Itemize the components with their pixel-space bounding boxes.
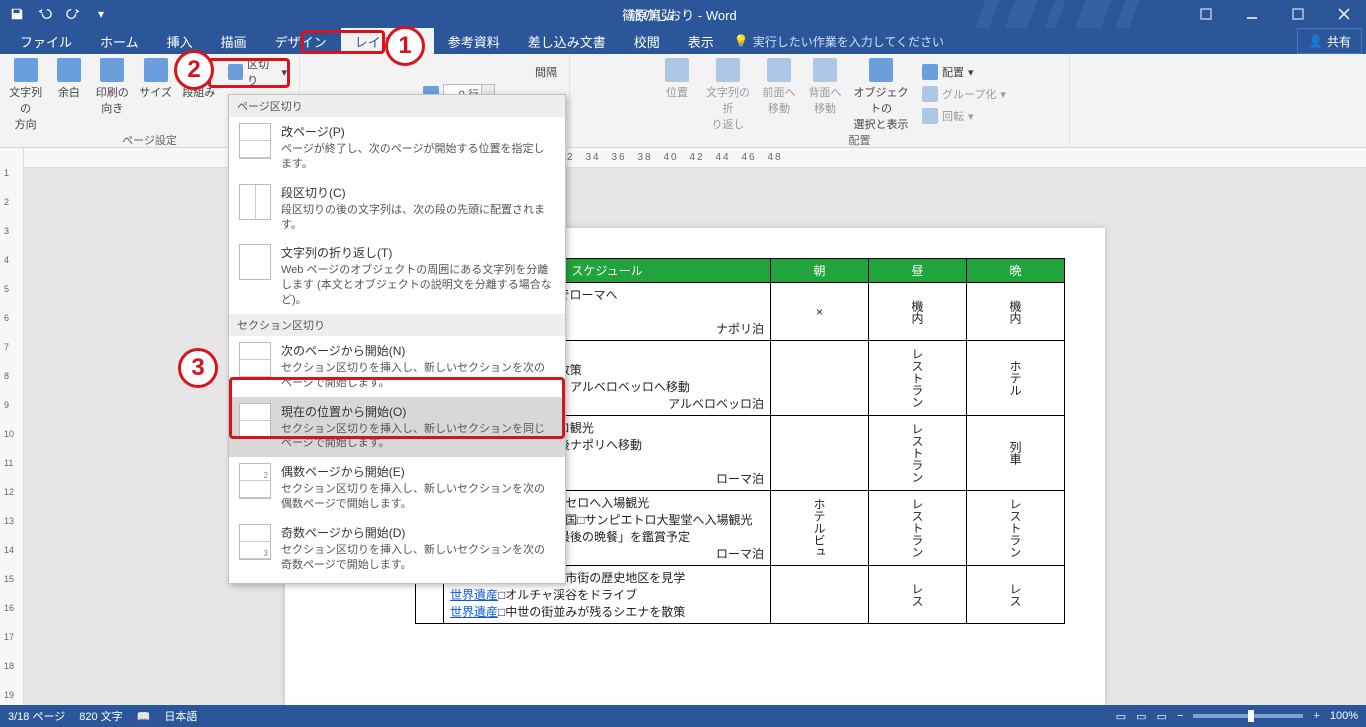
chevron-down-icon: ▾	[281, 66, 287, 79]
view-read-icon[interactable]: ▭	[1116, 710, 1126, 723]
title-bar: ▾ 旅のしおり - Word 篠原篤弘	[0, 0, 1366, 28]
zoom-slider[interactable]	[1193, 714, 1303, 718]
status-bar: 3/18 ページ 820 文字 📖 日本語 ▭ ▭ ▭ − + 100%	[0, 705, 1366, 727]
workspace: 12345678910111213141516171819202122 1416…	[0, 148, 1366, 705]
tell-me[interactable]: 💡 実行したい作業を入力してください	[734, 28, 944, 54]
share-button[interactable]: 👤 共有	[1297, 28, 1362, 54]
menu-item-odd-page[interactable]: 3 奇数ページから開始(D)セクション区切りを挿入し、新しいセクションを次の奇数…	[229, 518, 565, 579]
menu-item-even-page[interactable]: 2 偶数ページから開始(E)セクション区切りを挿入し、新しいセクションを次の偶数…	[229, 457, 565, 518]
menu-item-page-break[interactable]: 改ページ(P)ページが終了し、次のページが開始する位置を指定します。	[229, 117, 565, 178]
col-morning: 朝	[771, 259, 869, 283]
wrap-text-button[interactable]: 文字列の折 り返し	[702, 58, 754, 132]
close-icon[interactable]	[1322, 0, 1366, 28]
position-button[interactable]: 位置	[656, 58, 698, 100]
col-night: 晩	[967, 259, 1065, 283]
zoom-in-icon[interactable]: +	[1313, 710, 1319, 722]
view-print-icon[interactable]: ▭	[1136, 710, 1146, 723]
menu-item-continuous[interactable]: 現在の位置から開始(O)セクション区切りを挿入し、新しいセクションを同じページで…	[229, 397, 565, 458]
menu-section-page-breaks: ページ区切り	[229, 95, 565, 117]
menu-item-text-wrapping[interactable]: 文字列の折り返し(T)Web ページのオブジェクトの周囲にある文字列を分離します…	[229, 238, 565, 314]
group-label-arrange: 配置	[656, 132, 1063, 148]
status-page[interactable]: 3/18 ページ	[8, 708, 65, 724]
breaks-dropdown: ページ区切り 改ページ(P)ページが終了し、次のページが開始する位置を指定します…	[228, 94, 566, 584]
tab-home[interactable]: ホーム	[86, 28, 153, 54]
group-icon	[922, 86, 938, 102]
undo-icon[interactable]	[34, 3, 56, 25]
menu-item-next-page[interactable]: 次のページから開始(N)セクション区切りを挿入し、新しいセクションを次のページで…	[229, 336, 565, 397]
tab-draw[interactable]: 描画	[207, 28, 261, 54]
share-icon: 👤	[1308, 34, 1323, 48]
text-direction-button[interactable]: 文字列の 方向	[6, 58, 45, 132]
callout-1: 1	[385, 26, 425, 66]
zoom-level[interactable]: 100%	[1330, 710, 1358, 722]
ribbon-options-icon[interactable]	[1184, 0, 1228, 28]
align-button[interactable]: 配置▾	[922, 62, 1006, 82]
group-button[interactable]: グループ化▾	[922, 84, 1006, 104]
save-icon[interactable]	[6, 3, 28, 25]
status-language[interactable]: 日本語	[164, 708, 197, 724]
breaks-button[interactable]: 区切り▾	[228, 62, 287, 82]
status-words[interactable]: 820 文字	[79, 708, 122, 724]
menu-section-section-breaks: セクション区切り	[229, 314, 565, 336]
callout-2: 2	[174, 50, 214, 90]
selection-pane-button[interactable]: オブジェクトの 選択と表示	[850, 58, 912, 132]
size-button[interactable]: サイズ	[136, 58, 175, 100]
align-icon	[922, 64, 938, 80]
spacing-header: 間隔	[535, 64, 557, 80]
tab-mailings[interactable]: 差し込み文書	[514, 28, 620, 54]
qat-more-icon[interactable]: ▾	[90, 3, 112, 25]
lightbulb-icon: 💡	[734, 34, 749, 48]
breaks-icon	[228, 64, 243, 80]
status-spellcheck-icon[interactable]: 📖	[137, 710, 151, 723]
tab-design[interactable]: デザイン	[261, 28, 341, 54]
quick-access-toolbar: ▾	[0, 3, 112, 25]
callout-3: 3	[178, 348, 218, 388]
window-title: 旅のしおり - Word	[629, 5, 736, 24]
minimize-icon[interactable]	[1230, 0, 1274, 28]
menu-item-column-break[interactable]: 段区切り(C)段区切りの後の文字列は、次の段の先頭に配置されます。	[229, 178, 565, 239]
redo-icon[interactable]	[62, 3, 84, 25]
zoom-out-icon[interactable]: −	[1177, 710, 1183, 722]
document-area[interactable]: スケジュール 朝 昼 晩 イタリア航空直行便でローマへテルへ移動ナポリ泊×機内機…	[24, 168, 1366, 705]
rotate-button[interactable]: 回転▾	[922, 106, 1006, 126]
tab-view[interactable]: 表示	[674, 28, 728, 54]
margins-button[interactable]: 余白	[49, 58, 88, 100]
ribbon-tabs: ファイル ホーム 挿入 描画 デザイン レイアウト 参考資料 差し込み文書 校閲…	[0, 28, 1366, 54]
view-web-icon[interactable]: ▭	[1157, 710, 1167, 723]
ruler-vertical: 12345678910111213141516171819202122	[0, 148, 24, 705]
tell-me-placeholder: 実行したい作業を入力してください	[753, 33, 944, 50]
tab-references[interactable]: 参考資料	[434, 28, 514, 54]
orientation-button[interactable]: 印刷の 向き	[93, 58, 132, 116]
rotate-icon	[922, 108, 938, 124]
tab-file[interactable]: ファイル	[6, 28, 86, 54]
share-label: 共有	[1327, 33, 1351, 50]
bring-forward-button[interactable]: 前面へ 移動	[758, 58, 800, 116]
maximize-icon[interactable]	[1276, 0, 1320, 28]
tab-review[interactable]: 校閲	[620, 28, 674, 54]
ruler-horizontal: 141618202224262830323436384042444648	[24, 148, 1366, 168]
send-backward-button[interactable]: 背面へ 移動	[804, 58, 846, 116]
col-noon: 昼	[869, 259, 967, 283]
